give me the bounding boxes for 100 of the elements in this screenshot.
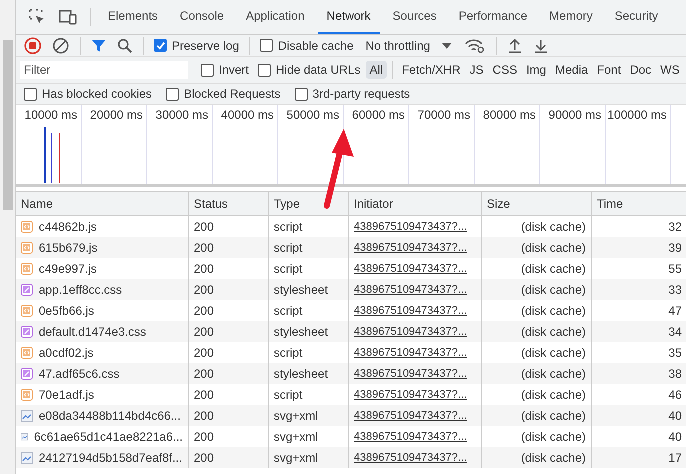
script-file-icon bbox=[21, 262, 33, 274]
table-cell-text: 55 bbox=[668, 260, 683, 278]
checkbox-label[interactable]: Blocked Requests bbox=[184, 87, 281, 101]
type-filter-button[interactable]: WS bbox=[656, 61, 684, 79]
type-filter-button[interactable]: Doc bbox=[626, 61, 656, 79]
script-file-icon bbox=[21, 388, 33, 400]
table-cell: (disk cache) bbox=[482, 279, 592, 300]
initiator-link[interactable]: 4389675109473437?... bbox=[354, 452, 468, 464]
column-header[interactable]: Type bbox=[269, 192, 349, 215]
checkbox[interactable] bbox=[166, 88, 180, 100]
checkbox[interactable] bbox=[201, 64, 214, 76]
checkbox[interactable] bbox=[24, 88, 37, 100]
caret-icon bbox=[442, 42, 452, 48]
tick-label: 30000 ms bbox=[156, 108, 208, 122]
search-icon[interactable] bbox=[117, 38, 133, 54]
stylesheet-file-icon bbox=[21, 326, 33, 338]
request-name[interactable]: e08da34488b114bd4c66... bbox=[39, 408, 181, 422]
column-header[interactable]: Size bbox=[482, 192, 592, 215]
table-cell: 200 bbox=[189, 405, 269, 426]
tick-label: 40000 ms bbox=[221, 108, 274, 122]
column-header[interactable]: Status bbox=[189, 192, 269, 215]
inspect-icon[interactable] bbox=[28, 8, 46, 26]
checkbox-label[interactable]: Hide data URLs bbox=[276, 63, 361, 77]
stylesheet-file-icon bbox=[21, 284, 33, 296]
panel-tab[interactable]: Performance bbox=[450, 0, 537, 34]
download-icon[interactable] bbox=[533, 38, 550, 54]
image-file-icon bbox=[21, 410, 33, 422]
request-name[interactable]: 6c61ae65d1c41ae8221a6... bbox=[34, 430, 183, 444]
request-name[interactable]: 24127194d5b158d7eaf8f... bbox=[39, 450, 182, 464]
panel-tab[interactable]: Console bbox=[171, 0, 234, 34]
checkbox-label[interactable]: 3rd-party requests bbox=[312, 87, 410, 101]
checkbox[interactable] bbox=[294, 88, 308, 100]
network-conditions-icon[interactable] bbox=[464, 38, 486, 54]
panel-tab[interactable]: Memory bbox=[540, 0, 602, 34]
panel-tab[interactable]: Application bbox=[237, 0, 314, 34]
request-name[interactable]: 615b679.js bbox=[39, 240, 98, 254]
table-cell: 200 bbox=[189, 321, 269, 342]
type-filter-button[interactable]: JS bbox=[466, 61, 488, 79]
initiator-link[interactable]: 4389675109473437?... bbox=[354, 326, 468, 338]
column-header[interactable]: Initiator bbox=[349, 192, 482, 215]
request-name[interactable]: default.d1474e3.css bbox=[39, 324, 146, 338]
panel-tab[interactable]: Sources bbox=[384, 0, 446, 34]
column-header[interactable]: Name bbox=[16, 192, 189, 215]
type-filter-button[interactable]: Font bbox=[593, 61, 626, 79]
initiator-link[interactable]: 4389675109473437?... bbox=[354, 262, 468, 274]
column-header[interactable]: Time bbox=[592, 192, 686, 215]
filter-icon[interactable] bbox=[91, 38, 107, 54]
initiator-link[interactable]: 4389675109473437?... bbox=[354, 304, 468, 316]
request-name[interactable]: 70e1adf.js bbox=[39, 388, 94, 402]
image-file-icon bbox=[21, 430, 28, 442]
table-cell: (disk cache) bbox=[482, 237, 592, 258]
request-name[interactable]: c49e997.js bbox=[39, 262, 98, 276]
table-cell-text: 40 bbox=[668, 408, 683, 424]
panel-tab[interactable]: Security bbox=[606, 0, 668, 34]
initiator-link[interactable]: 4389675109473437?... bbox=[354, 430, 468, 442]
timeline-overview[interactable]: 10000 ms 20000 ms 30000 ms 40000 ms 50000 ms 60000 ms 70000 ms 80000 ms 90000 ms 100000 ms bbox=[16, 105, 686, 187]
upload-icon[interactable] bbox=[507, 38, 524, 54]
table-cell: svg+xml bbox=[269, 447, 349, 468]
table-cell: 200 bbox=[189, 237, 269, 258]
throttling-dropdown[interactable]: No throttling bbox=[360, 38, 458, 52]
initiator-link[interactable]: 4389675109473437?... bbox=[354, 368, 468, 380]
table-cell: stylesheet bbox=[269, 279, 349, 300]
table-cell: (disk cache) bbox=[482, 405, 592, 426]
filter-field[interactable]: Filter bbox=[20, 61, 188, 79]
checkbox[interactable] bbox=[260, 39, 274, 52]
request-name[interactable]: c44862b.js bbox=[39, 220, 98, 234]
tick-label: 50000 ms bbox=[286, 108, 340, 122]
record-stop-icon[interactable] bbox=[24, 36, 42, 54]
script-file-icon bbox=[21, 242, 33, 254]
checkbox-label[interactable]: Invert bbox=[219, 63, 250, 77]
initiator-link[interactable]: 4389675109473437?... bbox=[354, 388, 468, 400]
request-name[interactable]: a0cdf02.js bbox=[39, 346, 94, 360]
initiator-link[interactable]: 4389675109473437?... bbox=[354, 242, 468, 254]
checkbox[interactable] bbox=[258, 64, 272, 76]
checkbox[interactable] bbox=[154, 39, 167, 52]
type-filter-button[interactable]: All bbox=[366, 61, 388, 79]
image-file-icon bbox=[21, 452, 33, 464]
checkbox-label[interactable]: Disable cache bbox=[278, 38, 354, 52]
table-cell: 200 bbox=[189, 447, 269, 468]
table-cell: script bbox=[269, 237, 349, 258]
type-filter-button[interactable]: CSS bbox=[488, 61, 522, 79]
device-toolbar-icon[interactable] bbox=[58, 8, 78, 26]
initiator-link[interactable]: 4389675109473437?... bbox=[354, 284, 468, 296]
type-filter-button[interactable]: Img bbox=[522, 61, 550, 79]
table-cell: 200 bbox=[189, 363, 269, 384]
initiator-link[interactable]: 4389675109473437?... bbox=[354, 220, 468, 232]
request-name[interactable]: 47.adf65c6.css bbox=[39, 366, 120, 380]
request-name[interactable]: 0e5fb66.js bbox=[39, 304, 94, 318]
checkbox-label[interactable]: Has blocked cookies bbox=[42, 87, 152, 101]
checkbox-label[interactable]: Preserve log bbox=[172, 38, 240, 52]
initiator-link[interactable]: 4389675109473437?... bbox=[354, 346, 468, 358]
table-cell: (disk cache) bbox=[482, 321, 592, 342]
type-filter-button[interactable]: Media bbox=[551, 61, 592, 79]
scrollbar[interactable] bbox=[0, 0, 16, 474]
clear-icon[interactable] bbox=[52, 36, 70, 54]
type-filter-button[interactable]: Fetch/XHR bbox=[398, 61, 465, 79]
panel-tab[interactable]: Elements bbox=[99, 0, 168, 34]
request-name[interactable]: app.1eff8cc.css bbox=[39, 282, 122, 296]
table-cell-text: 47 bbox=[668, 302, 683, 320]
initiator-link[interactable]: 4389675109473437?... bbox=[354, 410, 468, 422]
